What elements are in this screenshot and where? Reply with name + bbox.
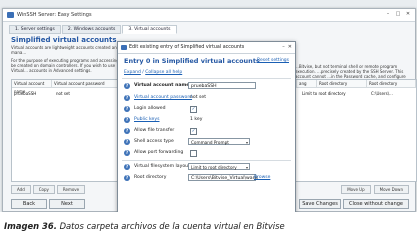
dialog-titlebar: Edit existing entry of Simplified virtua… — [118, 42, 295, 54]
section-heading: Simplified virtual accounts — [11, 36, 117, 44]
copy-button[interactable]: Copy — [32, 185, 55, 194]
field-label: Login allowed — [134, 106, 166, 111]
help-icon[interactable]: ? — [124, 139, 130, 145]
figure-caption: Imagen 36. Datos carpeta archivos de la … — [4, 221, 285, 231]
help-icon[interactable]: ? — [124, 83, 130, 89]
divider — [122, 160, 291, 161]
minimize-icon[interactable]: – — [384, 11, 392, 18]
help-icon[interactable]: ? — [124, 128, 130, 134]
field-value: 1 key — [190, 117, 203, 122]
help-toggle: Expand / Collapse all help — [124, 70, 183, 75]
field-port-forwarding: ? Allow port forwarding — [124, 149, 290, 158]
table-buttons: Add Copy Remove — [11, 185, 86, 194]
edit-entry-dialog: Edit existing entry of Simplified virtua… — [117, 41, 296, 212]
account-password-link[interactable]: Virtual account password — [134, 95, 192, 100]
field-account-name: ? Virtual account name pruebaSSH — [124, 82, 290, 91]
next-button[interactable]: Next — [49, 199, 85, 209]
tab-windows-accounts[interactable]: 2. Windows accounts — [61, 25, 122, 34]
select-value: Limit to root directory — [191, 165, 237, 170]
select-value: Command Prompt — [191, 140, 229, 145]
collapse-help-link[interactable]: Collapse all help — [145, 70, 182, 75]
caption-number: Imagen 36. — [4, 221, 57, 231]
column-header[interactable]: Root directory — [367, 80, 416, 88]
browse-link[interactable]: Browse — [254, 175, 270, 180]
expand-link[interactable]: Expand — [124, 70, 141, 75]
root-directory-input[interactable]: C:\Users\Bitvise_Virtual\wans — [188, 174, 258, 181]
column-header[interactable]: Root directory — [317, 80, 367, 88]
public-keys-link[interactable]: Public keys — [134, 117, 160, 122]
save-changes-button[interactable]: Save Changes — [299, 199, 341, 209]
field-label: Virtual account name — [134, 83, 190, 88]
reset-settings-link[interactable]: Reset settings — [257, 58, 289, 63]
login-allowed-checkbox[interactable]: ✓ — [190, 106, 197, 113]
add-button[interactable]: Add — [11, 185, 31, 194]
field-account-password: ? Virtual account password not set — [124, 94, 290, 103]
help-icon[interactable]: ? — [124, 117, 130, 123]
column-header[interactable]: ang — [297, 80, 317, 88]
port-forwarding-checkbox[interactable] — [190, 150, 197, 157]
dialog-controls: – ✕ — [282, 42, 292, 53]
description-line-1: Virtual accounts are lightweight account… — [11, 45, 120, 55]
window-titlebar: WinSSH Server: Easy Settings – □ ✕ — [3, 9, 415, 22]
caption-text: Datos carpeta archivos de la cuenta virt… — [59, 221, 285, 231]
back-button[interactable]: Back — [11, 199, 47, 209]
close-icon[interactable]: ✕ — [288, 42, 292, 53]
help-icon[interactable]: ? — [124, 150, 130, 156]
account-name-input[interactable]: pruebaSSH — [188, 82, 256, 89]
field-login-allowed: ? Login allowed ✓ — [124, 105, 290, 114]
field-root-directory: ? Root directory C:\Users\Bitvise_Virtua… — [124, 174, 290, 183]
dialog-heading: Entry 0 in Simplified virtual accounts — [124, 57, 260, 65]
field-filesystem-layout: ? Virtual filesystem layout Limit to roo… — [124, 163, 290, 172]
column-header[interactable]: Virtual account name — [12, 80, 52, 94]
field-label: Root directory — [134, 175, 167, 180]
app-icon — [7, 12, 14, 18]
move-down-button[interactable]: Move Down — [373, 185, 409, 194]
help-icon[interactable]: ? — [124, 106, 130, 112]
tab-virtual-accounts[interactable]: 3. Virtual accounts — [122, 25, 177, 34]
settings-tabs: 1. Server settings 2. Windows accounts 3… — [9, 25, 177, 34]
field-label: Shell access type — [134, 139, 174, 144]
help-icon[interactable]: ? — [124, 164, 130, 170]
field-file-transfer: ? Allow file transfer ✓ — [124, 127, 290, 136]
tab-server-settings[interactable]: 1. Server settings — [9, 25, 61, 34]
field-label: Allow port forwarding — [134, 150, 184, 155]
close-without-change-button[interactable]: Close without change — [343, 199, 409, 209]
table-cell[interactable]: Limit to root directory — [300, 91, 346, 96]
minimize-icon[interactable]: – — [282, 42, 285, 53]
move-up-button[interactable]: Move Up — [341, 185, 371, 194]
field-public-keys: ? Public keys 1 key — [124, 116, 290, 125]
close-icon[interactable]: ✕ — [404, 11, 412, 18]
table-buttons-right: Move Up Move Down — [341, 185, 409, 194]
chevron-down-icon: ▾ — [245, 140, 248, 145]
column-header[interactable]: Virtual account password — [52, 80, 120, 88]
section-description: Virtual accounts are lightweight account… — [11, 45, 131, 73]
dialog-title: Edit existing entry of Simplified virtua… — [129, 45, 245, 50]
file-transfer-checkbox[interactable]: ✓ — [190, 128, 197, 135]
chevron-down-icon: ▾ — [245, 165, 248, 170]
window-controls: – □ ✕ — [384, 11, 412, 18]
window-title: WinSSH Server: Easy Settings — [17, 12, 92, 18]
divider — [122, 78, 291, 79]
table-cell[interactable]: pruebaSSH — [12, 91, 36, 96]
screenshot: WinSSH Server: Easy Settings – □ ✕ 1. Se… — [0, 0, 417, 212]
field-label: Allow file transfer — [134, 128, 175, 133]
description-line-2: For the purpose of executing programs an… — [11, 58, 131, 73]
filesystem-layout-select[interactable]: Limit to root directory ▾ — [188, 163, 250, 170]
field-label: Virtual filesystem layout — [134, 164, 190, 169]
field-value: not set — [190, 95, 207, 100]
shell-access-select[interactable]: Command Prompt ▾ — [188, 138, 250, 145]
table-cell[interactable]: C:\Users\... — [369, 91, 393, 96]
remove-button[interactable]: Remove — [56, 185, 86, 194]
maximize-icon[interactable]: □ — [394, 11, 402, 18]
help-icon[interactable]: ? — [124, 175, 130, 181]
table-cell[interactable]: not set — [54, 91, 70, 96]
app-icon — [121, 45, 127, 50]
field-shell-access: ? Shell access type Command Prompt ▾ — [124, 138, 290, 147]
help-icon[interactable]: ? — [124, 95, 130, 101]
